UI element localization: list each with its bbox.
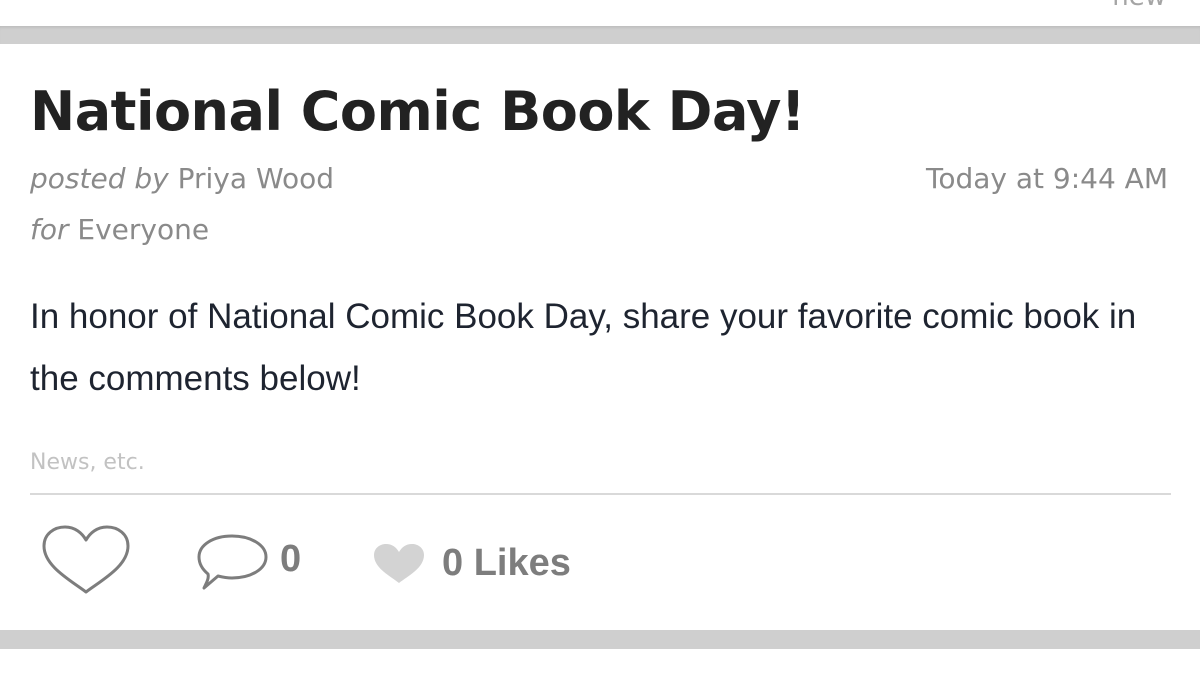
previous-card: new	[0, 0, 1200, 26]
post-timestamp: Today at 9:44 AM	[925, 162, 1168, 195]
posted-by-prefix: posted by	[30, 162, 169, 195]
likes-summary[interactable]: 0 Likes	[372, 542, 592, 586]
post-actions: 0 0 Likes	[0, 514, 1200, 604]
heart-filled-icon	[374, 544, 424, 583]
likes-count: 0 Likes	[442, 542, 571, 584]
card-separator-top	[0, 26, 1200, 44]
post-audience-line: for Everyone	[30, 213, 209, 246]
speech-bubble-icon	[197, 534, 268, 590]
previous-card-cutoff-text: new	[1112, 0, 1166, 12]
post-author-line: posted by Priya Wood	[30, 162, 334, 195]
page: new National Comic Book Day! posted by P…	[0, 0, 1200, 673]
post-category[interactable]: News, etc.	[30, 450, 145, 475]
post-body: In honor of National Comic Book Day, sha…	[30, 297, 1137, 398]
like-button[interactable]	[40, 524, 132, 598]
post-author[interactable]: Priya Wood	[178, 162, 334, 195]
next-card-top	[0, 649, 1200, 673]
comment-count: 0	[280, 538, 302, 580]
post-title[interactable]: National Comic Book Day!	[30, 80, 806, 143]
for-prefix: for	[30, 213, 69, 246]
divider	[30, 493, 1171, 495]
comment-button[interactable]: 0	[194, 532, 314, 594]
heart-outline-icon	[42, 525, 130, 594]
post-audience: Everyone	[77, 213, 210, 246]
card-separator-bottom	[0, 630, 1200, 649]
post-card: National Comic Book Day! posted by Priya…	[0, 44, 1200, 630]
